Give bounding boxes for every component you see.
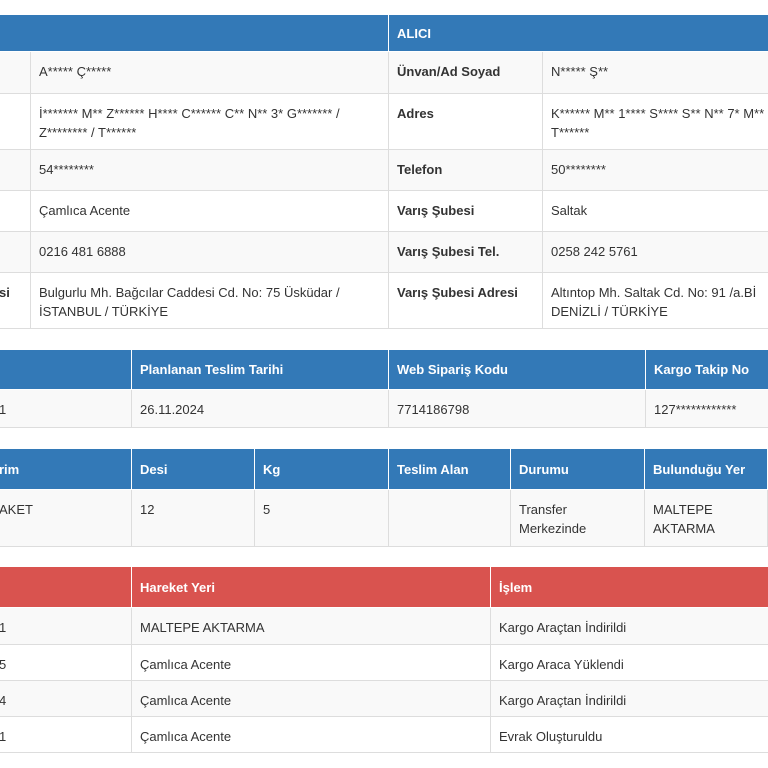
movement-row: 5 Çamlıca Acente Kargo Araca Yüklendi: [0, 644, 768, 681]
info-row-phone: 54******** Telefon 50********: [0, 149, 768, 191]
sender-address-value: İ******* M** Z****** H**** C****** C** N…: [30, 93, 389, 150]
package-type-value: AKET: [0, 489, 132, 547]
status-value: Transfer Merkezinde: [510, 489, 645, 547]
tracking-number-value: 127************: [645, 389, 768, 428]
sender-address-label: [0, 93, 31, 150]
status-header: Durumu: [510, 448, 645, 490]
movement-location: Çamlıca Acente: [131, 680, 491, 717]
kg-value: 5: [254, 489, 389, 547]
receiver-branch-phone-value: 0258 242 5761: [541, 231, 768, 273]
package-table: rim Desi Kg Teslim Alan Durumu Bulunduğu…: [0, 448, 768, 547]
receiver-branch-address-value: Altıntop Mh. Saltak Cd. No: 91 /a.Bİ DEN…: [541, 272, 768, 329]
shipment-cell-0: 1: [0, 389, 132, 428]
sender-phone-label: [0, 149, 31, 191]
sender-branch-value: Çamlıca Acente: [30, 190, 389, 232]
movement-action: Kargo Araçtan İndirildi: [490, 680, 768, 717]
receiver-address-value: K****** M** 1**** S**** S** N** 7* M** T…: [541, 93, 768, 150]
movement-action: Kargo Araçtan İndirildi: [490, 607, 768, 645]
movement-location: Çamlıca Acente: [131, 716, 491, 753]
receiver-branch-label: Varış Şubesi: [388, 190, 543, 232]
movement-date: 1: [0, 607, 132, 645]
location-value: MALTEPE AKTARMA: [644, 489, 768, 547]
movement-location: Çamlıca Acente: [131, 644, 491, 681]
receiver-name-label: Ünvan/Ad Soyad: [388, 51, 543, 94]
sender-branch-address-label: si: [0, 272, 31, 329]
shipment-row: 1 26.11.2024 7714186798 127************: [0, 389, 768, 428]
receiver-branch-value: Saltak: [541, 190, 768, 232]
receiver-address-label: Adres: [388, 93, 543, 150]
kg-header: Kg: [254, 448, 389, 490]
planned-delivery-value: 26.11.2024: [131, 389, 389, 428]
location-header: Bulunduğu Yer: [644, 448, 768, 490]
info-row-branch-address: si Bulgurlu Mh. Bağcılar Caddesi Cd. No:…: [0, 272, 768, 329]
package-type-header: rim: [0, 448, 132, 490]
planned-delivery-header: Planlanan Teslim Tarihi: [131, 349, 389, 390]
info-row-name: A***** Ç***** Ünvan/Ad Soyad N***** Ş**: [0, 51, 768, 94]
receiver-branch-phone-label: Varış Şubesi Tel.: [388, 231, 543, 273]
movement-action: Evrak Oluşturuldu: [490, 716, 768, 753]
movement-date: 4: [0, 680, 132, 717]
sender-header: [0, 14, 389, 52]
desi-header: Desi: [131, 448, 255, 490]
movement-table: Hareket Yeri İşlem 1 MALTEPE AKTARMA Kar…: [0, 566, 768, 753]
shipment-header-0: [0, 349, 132, 390]
sender-name-value: A***** Ç*****: [30, 51, 389, 94]
movement-date: 5: [0, 644, 132, 681]
movement-row: 1 MALTEPE AKTARMA Kargo Araçtan İndirild…: [0, 607, 768, 645]
receiver-phone-value: 50********: [541, 149, 768, 191]
sender-branch-address-value: Bulgurlu Mh. Bağcılar Caddesi Cd. No: 75…: [30, 272, 389, 329]
sender-branch-phone-value: 0216 481 6888: [30, 231, 389, 273]
tracking-number-header: Kargo Takip No: [645, 349, 768, 390]
desi-value: 12: [131, 489, 255, 547]
received-by-value: [388, 489, 511, 547]
received-by-header: Teslim Alan: [388, 448, 511, 490]
shipment-table: Planlanan Teslim Tarihi Web Sipariş Kodu…: [0, 349, 768, 428]
movement-date-header: [0, 566, 132, 608]
receiver-header: ALICI: [387, 14, 768, 52]
web-order-code-header: Web Sipariş Kodu: [388, 349, 646, 390]
movement-location-header: Hareket Yeri: [131, 566, 491, 608]
movement-date: 1: [0, 716, 132, 753]
receiver-branch-address-label: Varış Şubesi Adresi: [388, 272, 543, 329]
info-row-address: İ******* M** Z****** H**** C****** C** N…: [0, 93, 768, 150]
package-row: AKET 12 5 Transfer Merkezinde MALTEPE AK…: [0, 489, 768, 547]
sender-name-label: [0, 51, 31, 94]
movement-location: MALTEPE AKTARMA: [131, 607, 491, 645]
sender-receiver-table: ALICI A***** Ç***** Ünvan/Ad Soyad N****…: [0, 14, 768, 329]
info-row-branch: Çamlıca Acente Varış Şubesi Saltak: [0, 190, 768, 232]
movement-action-header: İşlem: [490, 566, 768, 608]
movement-row: 4 Çamlıca Acente Kargo Araçtan İndirildi: [0, 680, 768, 717]
sender-phone-value: 54********: [30, 149, 389, 191]
info-row-branch-phone: 0216 481 6888 Varış Şubesi Tel. 0258 242…: [0, 231, 768, 273]
sender-branch-label: [0, 190, 31, 232]
receiver-phone-label: Telefon: [388, 149, 543, 191]
movement-row: 1 Çamlıca Acente Evrak Oluşturuldu: [0, 716, 768, 753]
sender-branch-phone-label: [0, 231, 31, 273]
receiver-name-value: N***** Ş**: [541, 51, 768, 94]
movement-action: Kargo Araca Yüklendi: [490, 644, 768, 681]
web-order-code-value: 7714186798: [388, 389, 646, 428]
